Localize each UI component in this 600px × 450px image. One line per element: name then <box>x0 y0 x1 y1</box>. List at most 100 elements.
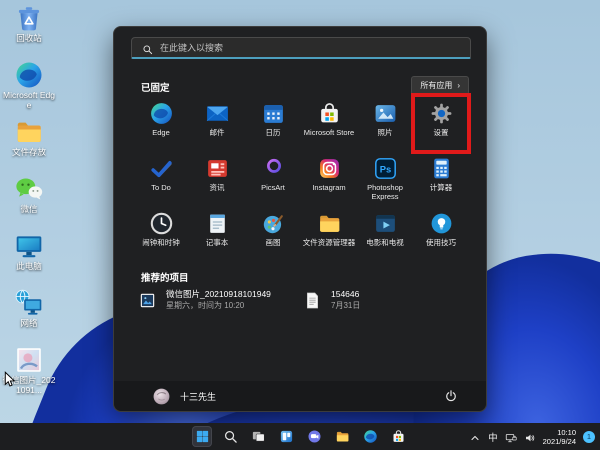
taskbar-task-view-button[interactable] <box>248 426 268 447</box>
system-tray: 中 10:10 2021/9/24 1 <box>469 423 595 450</box>
pinned-app-explorer[interactable]: 文件资源管理器 <box>301 207 357 262</box>
picsart-icon <box>261 156 286 181</box>
pinned-app-todo[interactable]: To Do <box>133 152 189 207</box>
instagram-icon <box>317 156 342 181</box>
pinned-app-notepad[interactable]: 记事本 <box>189 207 245 262</box>
desktop-icon-edge[interactable]: Microsoft Edge <box>2 60 56 117</box>
image-file-icon <box>14 345 44 375</box>
taskbar-chat-button[interactable] <box>304 426 324 447</box>
app-label: 计算器 <box>430 184 453 193</box>
pinned-app-mail[interactable]: 邮件 <box>189 97 245 152</box>
desktop: 回收站 Microsoft Edge 文件存放微信此电脑网络 微信图片_2021091… <box>0 0 600 450</box>
app-label: Edge <box>152 129 170 138</box>
desktop-icon-label: 网络 <box>20 319 37 329</box>
pinned-app-calendar[interactable]: 日历 <box>245 97 301 152</box>
desktop-icon-recycle-bin[interactable]: 回收站 <box>2 3 56 60</box>
store-icon <box>317 101 342 126</box>
taskview-icon <box>251 429 266 444</box>
start-user-bar: 十三先生 <box>114 381 486 411</box>
pinned-app-ps-express[interactable]: Ps Photoshop Express <box>357 152 413 207</box>
news-icon <box>205 156 230 181</box>
win-start-icon <box>195 429 210 444</box>
user-avatar[interactable] <box>152 387 171 406</box>
start-search-input[interactable]: 在此键入以搜索 <box>131 37 471 59</box>
network-icon <box>14 288 44 318</box>
mail-icon <box>205 101 230 126</box>
recommended-item[interactable]: 微信图片_20210918101949星期六，时间为 10:20 <box>138 289 303 312</box>
ime-indicator[interactable]: 中 <box>488 430 498 444</box>
clock[interactable]: 10:10 2021/9/24 <box>543 428 576 446</box>
wechat-icon <box>14 174 44 204</box>
store-icon <box>391 429 406 444</box>
desktop-icon-wechat[interactable]: 微信 <box>2 174 56 231</box>
pinned-app-instagram[interactable]: Instagram <box>301 152 357 207</box>
photos-icon <box>373 101 398 126</box>
todo-icon <box>149 156 174 181</box>
desktop-icon-label: 此电脑 <box>16 262 42 272</box>
search-placeholder: 在此键入以搜索 <box>160 41 223 54</box>
app-label: Photoshop Express <box>358 184 412 201</box>
pinned-app-news[interactable]: 资讯 <box>189 152 245 207</box>
desktop-icon-label: 微信 <box>20 205 37 215</box>
this-pc-icon <box>14 231 44 261</box>
pinned-app-tips[interactable]: 使用技巧 <box>413 207 469 262</box>
user-name[interactable]: 十三先生 <box>180 390 216 403</box>
recommended-item[interactable]: 1546467月31日 <box>303 289 468 312</box>
app-label: PicsArt <box>261 184 285 193</box>
app-label: 照片 <box>378 129 393 138</box>
pinned-app-photos[interactable]: 照片 <box>357 97 413 152</box>
all-apps-label: 所有应用 <box>420 80 452 91</box>
widgets-icon <box>279 429 294 444</box>
image-photo-icon <box>138 289 157 312</box>
app-label: Instagram <box>312 184 345 193</box>
recommended-items: 微信图片_20210918101949星期六，时间为 10:201546467月… <box>138 289 468 312</box>
desktop-icon-this-pc[interactable]: 此电脑 <box>2 231 56 288</box>
start-menu: 在此键入以搜索 已固定 所有应用 › Edge 邮件日历 Microsoft Sto… <box>113 26 487 412</box>
taskbar-store-button[interactable] <box>388 426 408 447</box>
taskbar-widgets-button[interactable] <box>276 426 296 447</box>
folder-icon <box>335 429 350 444</box>
recommended-title: 154646 <box>331 289 360 300</box>
desktop-icon-network[interactable]: 网络 <box>2 288 56 345</box>
taskbar-start-button[interactable] <box>192 426 212 447</box>
edge-icon <box>14 60 44 90</box>
calendar-icon <box>261 101 286 126</box>
movies-icon <box>373 211 398 236</box>
pinned-app-store[interactable]: Microsoft Store <box>301 97 357 152</box>
svg-text:Ps: Ps <box>379 164 390 174</box>
desktop-icon-column: 回收站Microsoft Edge文件存放微信此电脑网络微信图片_2021091… <box>2 3 56 402</box>
pinned-app-paint[interactable]: 画图 <box>245 207 301 262</box>
app-label: 记事本 <box>206 239 229 248</box>
settings-highlight-box <box>411 93 471 154</box>
power-button[interactable] <box>444 389 458 403</box>
chevron-right-icon: › <box>457 81 460 90</box>
pinned-section-header: 已固定 <box>141 80 170 94</box>
notepad-icon <box>205 211 230 236</box>
search-icon <box>142 42 153 53</box>
desktop-icon-label: Microsoft Edge <box>2 91 56 110</box>
pinned-app-calculator[interactable]: 计算器 <box>413 152 469 207</box>
pinned-app-edge[interactable]: Edge <box>133 97 189 152</box>
app-label: 闹钟和时钟 <box>142 239 180 248</box>
folder-icon <box>14 117 44 147</box>
notification-badge[interactable]: 1 <box>583 431 595 443</box>
app-label: Microsoft Store <box>304 129 354 138</box>
desktop-icon-label: 文件存放 <box>12 148 46 158</box>
taskbar-file-explorer-button[interactable] <box>332 426 352 447</box>
tray-time: 10:10 <box>543 428 576 437</box>
pinned-app-movies[interactable]: 电影和电视 <box>357 207 413 262</box>
hidden-icons-button[interactable] <box>469 431 481 443</box>
app-label: 日历 <box>266 129 281 138</box>
taskbar-search-button[interactable] <box>220 426 240 447</box>
app-label: 使用技巧 <box>426 239 456 248</box>
pinned-app-picsart[interactable]: PicsArt <box>245 152 301 207</box>
network-status-button[interactable] <box>505 431 517 443</box>
pinned-app-clock[interactable]: 闹钟和时钟 <box>133 207 189 262</box>
tray-date: 2021/9/24 <box>543 437 576 446</box>
recycle-bin-icon <box>14 3 44 33</box>
volume-button[interactable] <box>524 431 536 443</box>
app-label: 画图 <box>266 239 281 248</box>
taskbar-edge-button[interactable] <box>360 426 380 447</box>
search-icon <box>223 429 238 444</box>
desktop-icon-folder[interactable]: 文件存放 <box>2 117 56 174</box>
